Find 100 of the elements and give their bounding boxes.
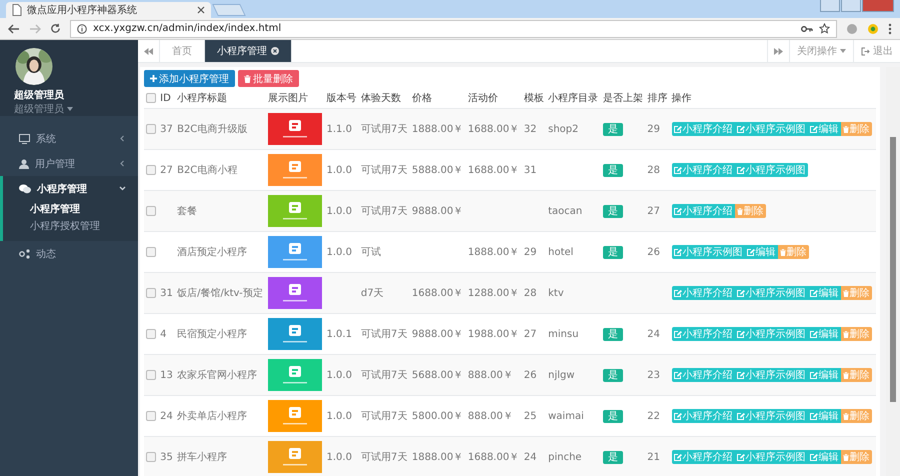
edit-button[interactable]: 编辑 [808,450,841,464]
reload-icon[interactable] [50,23,61,34]
table-cell: 24 [160,410,173,422]
delete-button[interactable]: 删除 [778,245,809,259]
edit-button[interactable]: 小程序介绍 [672,204,735,218]
trash-icon [842,330,849,338]
row-checkbox[interactable] [146,410,156,421]
submenu-item[interactable]: 小程序管理 [30,201,138,218]
row-checkbox[interactable] [146,164,156,175]
status-badge: 是 [602,369,623,382]
edit-button[interactable]: 小程序介绍 [672,450,735,464]
table-cell: njlgw [548,370,575,380]
table-cell: 1288.00￥ [468,288,520,299]
column-header: 展示图片 [268,93,308,104]
row-checkbox[interactable] [146,206,156,216]
edit-icon [674,454,682,460]
extension-icon[interactable] [846,22,858,34]
edit-button[interactable]: 小程序示例图 [734,122,808,136]
edit-button[interactable]: 小程序介绍 [672,122,735,136]
edit-button[interactable]: 编辑 [808,409,841,423]
edit-button[interactable]: 编辑 [744,245,778,259]
edit-button[interactable]: 小程序示例图 [734,409,808,423]
column-header: 小程序目录 [548,93,598,104]
page-tab[interactable]: 小程序管理 [205,40,292,62]
table-cell: 27 [524,328,537,340]
close-icon[interactable] [271,47,279,55]
maximize-button[interactable] [841,0,861,12]
edit-button[interactable]: 编辑 [808,327,841,341]
edit-button[interactable]: 小程序示例图 [672,245,745,259]
menu-icon[interactable] [888,22,892,34]
row-checkbox[interactable] [146,370,156,380]
edit-icon [736,330,745,338]
edit-button[interactable]: 编辑 [808,122,841,136]
edit-button[interactable]: 编辑 [808,368,841,382]
back-icon[interactable] [8,24,20,34]
row-checkbox[interactable] [146,288,156,298]
edit-icon [674,248,682,256]
close-icon[interactable] [197,6,205,14]
row-checkbox[interactable] [146,246,156,257]
key-icon[interactable] [801,24,813,32]
new-tab-button[interactable] [212,4,246,16]
table-cell: 26 [524,370,537,380]
edit-button[interactable]: 小程序介绍 [672,409,735,423]
delete-button[interactable]: 删除 [840,409,872,423]
add-button[interactable]: 添加小程序管理 [144,70,235,87]
table-cell: minsu [548,328,579,340]
edit-icon [736,412,745,420]
column-header: 价格 [412,93,432,104]
edit-icon [736,454,745,460]
table-cell: 28 [524,288,537,298]
edit-icon [810,330,818,338]
edit-button[interactable]: 编辑 [808,286,841,300]
forward-icon[interactable] [29,24,41,34]
delete-button[interactable]: 删除 [840,122,872,136]
edit-button[interactable]: 小程序介绍 [672,327,735,341]
caret-icon [840,49,846,53]
table-cell: ktv [548,288,564,298]
minimize-button[interactable] [820,0,840,12]
menu-item[interactable]: 用户管理 [0,151,138,176]
row-checkbox[interactable] [146,124,156,134]
edit-button[interactable]: 小程序介绍 [672,163,735,177]
edit-button[interactable]: 小程序示例图 [734,450,808,464]
edit-button[interactable]: 小程序介绍 [672,368,735,382]
address-bar[interactable]: xcx.yxgzw.cn/admin/index/index.html [70,20,837,38]
table-cell: 26 [647,246,660,258]
batch-delete-button[interactable]: 批量删除 [238,70,299,87]
extension-icon[interactable] [867,22,879,34]
delete-button[interactable]: 删除 [734,204,766,218]
delete-button[interactable]: 删除 [840,450,872,464]
edit-button[interactable]: 小程序示例图 [734,286,808,300]
tab-title: 微点应用小程序神器系统 [27,4,138,17]
double-right-icon [774,48,783,54]
table-cell: 可试用7天 [360,329,408,340]
user-role-dropdown[interactable]: 超级管理员 [14,102,73,116]
select-all-checkbox[interactable] [146,92,156,103]
star-icon[interactable] [819,23,830,34]
delete-button[interactable]: 删除 [840,327,872,341]
status-badge: 是 [602,451,623,464]
title-cell: 饭店/餐馆/ktv-预定 [177,288,263,299]
row-checkbox[interactable] [146,328,156,339]
menu-item[interactable]: 动态 [0,241,138,266]
edit-button[interactable]: 小程序介绍 [672,286,735,300]
table-cell: 9888.00￥ [412,206,464,217]
menu-item[interactable]: 系统 [0,126,138,151]
row-checkbox[interactable] [146,452,156,462]
table-cell: hotel [548,246,574,258]
close-button[interactable] [862,0,894,12]
delete-button[interactable]: 删除 [840,368,872,382]
delete-button[interactable]: 删除 [840,286,872,300]
table-cell: 1688.00￥ [468,165,520,176]
table-cell: 23 [647,370,660,380]
submenu-item[interactable]: 小程序授权管理 [30,218,138,235]
edit-button[interactable]: 小程序示例图 [734,327,808,341]
trash-icon [842,454,849,460]
menu-item[interactable]: 小程序管理 [0,176,138,201]
table-cell: 可试用7天 [360,206,408,217]
table-cell: waimai [548,410,584,422]
edit-button[interactable]: 小程序示例图 [734,163,808,177]
edit-button[interactable]: 小程序示例图 [734,368,808,382]
browser-tab[interactable]: 微点应用小程序神器系统 [6,2,211,18]
